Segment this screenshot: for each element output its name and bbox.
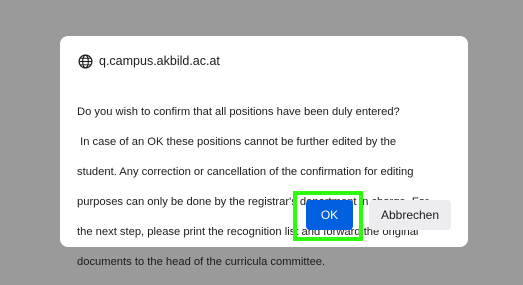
message-line: Do you wish to confirm that all position… — [77, 106, 400, 118]
dialog-origin: q.campus.akbild.ac.at — [78, 52, 220, 70]
ok-button[interactable]: OK — [306, 200, 353, 230]
origin-url: q.campus.akbild.ac.at — [99, 54, 220, 68]
message-line: In case of an OK these positions cannot … — [77, 136, 397, 148]
cancel-button[interactable]: Abbrechen — [369, 200, 451, 230]
message-line: documents to the head of the curricula c… — [77, 256, 326, 268]
globe-icon — [78, 54, 93, 69]
confirm-dialog: q.campus.akbild.ac.at Do you wish to con… — [60, 36, 468, 268]
dialog-message: Do you wish to confirm that all position… — [77, 90, 455, 285]
message-line: student. Any correction or cancellation … — [77, 166, 414, 178]
